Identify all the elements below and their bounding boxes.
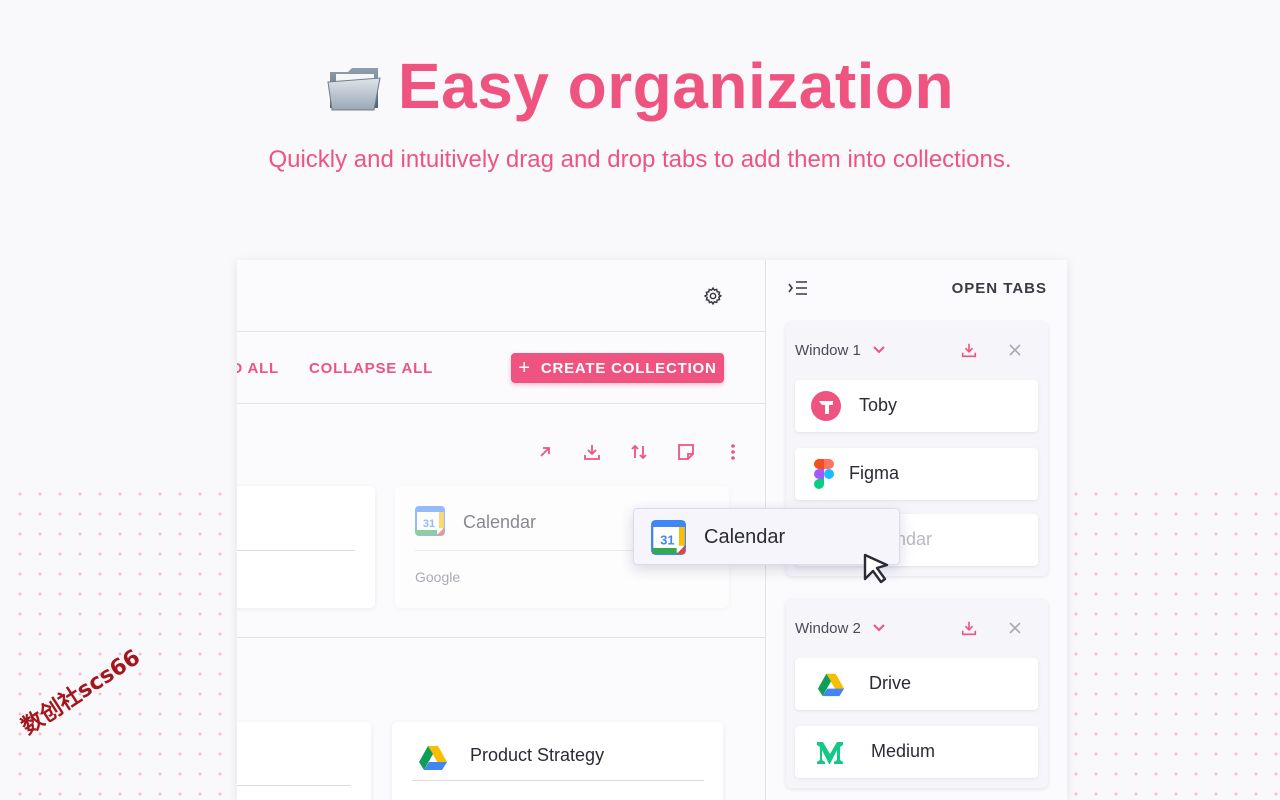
more-vert-icon[interactable] (721, 440, 744, 463)
window-name[interactable]: Window 1 (795, 342, 861, 359)
tab-label: Drive (869, 673, 912, 693)
card-title: Calendar (463, 512, 537, 532)
figma-icon (814, 459, 834, 489)
tab-label: Figma (849, 463, 900, 483)
decorative-dots-right (1066, 484, 1280, 800)
sidebar-title: OPEN TABS (951, 280, 1047, 297)
collapse-panel-icon[interactable] (788, 280, 808, 296)
sort-icon[interactable] (627, 440, 650, 463)
hero-title: Easy organization (397, 50, 955, 122)
tab-label: Medium (871, 741, 936, 761)
collection-card[interactable] (237, 722, 371, 800)
note-icon[interactable] (674, 440, 697, 463)
tab-label: Toby (859, 395, 898, 415)
svg-text:31: 31 (660, 533, 674, 548)
close-icon[interactable] (1008, 621, 1022, 635)
card-divider (237, 550, 355, 551)
dragged-tab-calendar[interactable]: 31 Calendar (633, 508, 900, 565)
create-collection-label: CREATE COLLECTION (540, 359, 717, 377)
collection-card-product-strategy[interactable]: Product Strategy (392, 722, 723, 800)
expand-all-button[interactable]: EXPAND ALL (237, 360, 279, 377)
card-subtitle: Google (415, 569, 461, 585)
medium-icon (817, 742, 843, 764)
action-bar: EXPAND ALL COLLAPSE ALL + CREATE COLLECT… (237, 332, 765, 404)
google-drive-icon (419, 746, 447, 770)
open-external-icon[interactable] (533, 440, 556, 463)
chevron-down-icon[interactable] (872, 344, 886, 356)
dragged-tab-label: Calendar (704, 526, 786, 548)
hero-header: Easy organization (0, 46, 1280, 126)
collection-toolbar (533, 440, 744, 463)
svg-text:31: 31 (423, 518, 435, 530)
mouse-cursor-icon (863, 553, 889, 584)
window-header: Window 1 (786, 322, 1048, 378)
tab-item-toby[interactable]: Toby (795, 380, 1038, 432)
close-icon[interactable] (1008, 343, 1022, 357)
chevron-down-icon[interactable] (872, 622, 886, 634)
download-icon[interactable] (960, 619, 978, 637)
window-header: Window 2 (786, 600, 1048, 656)
window-group-2: Window 2 Drive Medium (786, 600, 1048, 788)
google-calendar-icon: 31 (415, 506, 445, 536)
google-drive-icon (817, 673, 845, 697)
tab-item-medium[interactable]: Medium (795, 726, 1038, 778)
top-bar (237, 260, 765, 332)
plus-icon: + (518, 357, 531, 379)
card-title: Product Strategy (470, 745, 605, 765)
card-divider (237, 785, 351, 786)
download-icon[interactable] (580, 440, 603, 463)
tab-item-figma[interactable]: Figma (795, 448, 1038, 500)
hero-subtitle: Quickly and intuitively drag and drop ta… (268, 146, 1012, 173)
collapse-all-button[interactable]: COLLAPSE ALL (309, 360, 433, 377)
toby-icon (811, 391, 841, 421)
create-collection-button[interactable]: + CREATE COLLECTION (511, 353, 724, 383)
tab-item-drive[interactable]: Drive (795, 658, 1038, 710)
gear-icon[interactable] (703, 286, 723, 306)
download-icon[interactable] (960, 341, 978, 359)
google-calendar-icon: 31 (651, 520, 686, 555)
window-name[interactable]: Window 2 (795, 620, 861, 637)
card-divider (412, 780, 704, 781)
collection-card[interactable] (237, 486, 375, 608)
folder-icon (327, 68, 381, 111)
